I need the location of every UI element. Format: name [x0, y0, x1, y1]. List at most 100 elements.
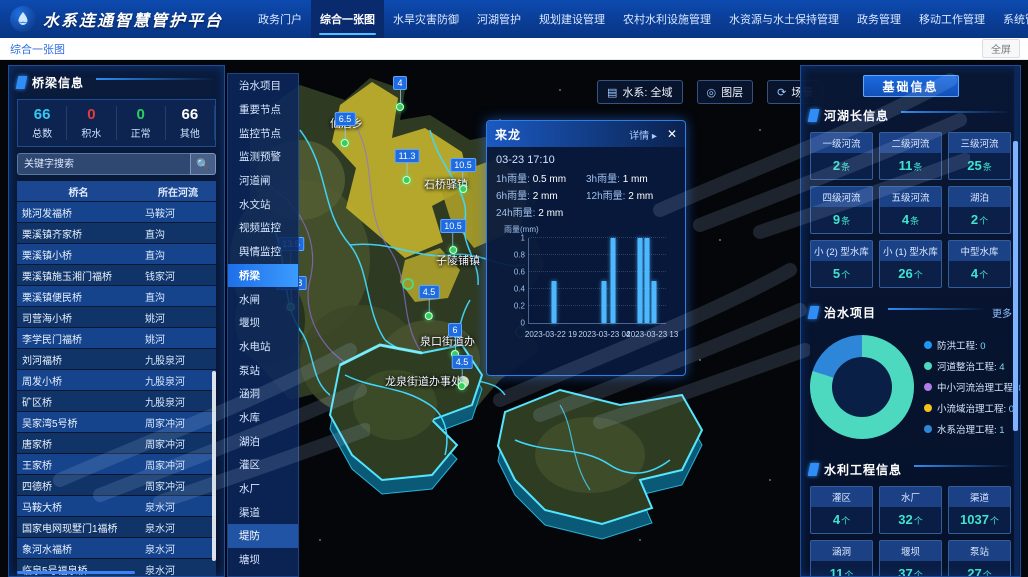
layer-menu-item[interactable]: 视频监控 — [228, 216, 298, 240]
info-card[interactable]: 泵站 27个 — [948, 540, 1011, 577]
nav-item[interactable]: 移动工作管理 — [910, 0, 994, 38]
bridge-name: 唐家桥 — [17, 433, 140, 453]
breadcrumb[interactable]: 综合一张图 — [0, 41, 65, 57]
fullscreen-button[interactable]: 全屏 — [982, 39, 1020, 58]
layer-menu-item[interactable]: 堰坝 — [228, 311, 298, 335]
table-row[interactable]: 吴家湾5号桥 周家冲河 — [17, 412, 216, 432]
marker-stem — [428, 299, 429, 312]
info-card[interactable]: 四级河流 9条 — [810, 186, 873, 234]
station-marker[interactable]: 10.5 — [450, 158, 476, 193]
info-card[interactable]: 小 (2) 型水库 5个 — [810, 240, 873, 288]
layer-menu-item[interactable]: 涵洞 — [228, 382, 298, 406]
basic-info-tab[interactable]: 基础信息 — [863, 75, 959, 97]
info-card[interactable]: 灌区 4个 — [810, 486, 873, 534]
info-card[interactable]: 渠道 1037个 — [948, 486, 1011, 534]
layer-menu-item[interactable]: 治水项目 — [228, 74, 298, 98]
layer-menu-item[interactable]: 堤防 — [228, 524, 298, 548]
layer-menu-item[interactable]: 舆情监控 — [228, 240, 298, 264]
layer-menu-item[interactable]: 监控节点 — [228, 121, 298, 145]
info-card[interactable]: 涵洞 11个 — [810, 540, 873, 577]
nav-item[interactable]: 农村水利设施管理 — [614, 0, 720, 38]
map-control-button[interactable]: ▤ 水系: 全域 — [597, 80, 683, 104]
more-link[interactable]: 更多 — [992, 305, 1012, 320]
station-marker[interactable]: 4 — [393, 76, 407, 111]
table-row[interactable]: 栗溪镇小桥 直沟 — [17, 244, 216, 264]
layer-menu-item[interactable]: 水电站 — [228, 335, 298, 359]
layer-menu-item[interactable]: 重要节点 — [228, 98, 298, 122]
section-bullet-icon — [808, 306, 820, 319]
nav-item[interactable]: 规划建设管理 — [530, 0, 614, 38]
panel-scrollbar-thumb[interactable] — [1013, 141, 1018, 431]
station-marker[interactable]: 6.5 — [335, 112, 356, 147]
station-marker[interactable]: 10.5 — [440, 219, 466, 254]
close-icon[interactable]: ✕ — [667, 127, 677, 141]
info-card[interactable]: 一级河流 2条 — [810, 132, 873, 180]
table-row[interactable]: 唐家桥 周家冲河 — [17, 433, 216, 453]
table-row[interactable]: 象河水福桥 泉水河 — [17, 538, 216, 558]
layer-menu-item[interactable]: 水厂 — [228, 477, 298, 501]
nav-item[interactable]: 水旱灾害防御 — [384, 0, 468, 38]
table-row[interactable]: 司营海小桥 姚河 — [17, 307, 216, 327]
donut-legend: 防洪工程: 0 河道整治工程: 4 中小河流治理工程: 0 小流域治理工程: 0… — [924, 331, 1021, 443]
bridge-stat: 0 积水 — [67, 106, 116, 140]
station-marker[interactable]: 4.5 — [452, 355, 473, 390]
layer-menu-item[interactable]: 水库 — [228, 406, 298, 430]
station-marker[interactable]: 11.3 — [395, 149, 420, 184]
card-label: 一级河流 — [811, 133, 872, 153]
info-card[interactable]: 水厂 32个 — [879, 486, 942, 534]
info-card[interactable]: 二级河流 11条 — [879, 132, 942, 180]
rain-metrics: 1h雨量: 0.5 mm3h雨量: 1 mm6h雨量: 2 mm12h雨量: 2… — [496, 171, 676, 222]
search-icon[interactable]: 🔍 — [190, 153, 216, 175]
river-name: 直沟 — [140, 223, 216, 243]
marker-value: 6 — [448, 323, 462, 337]
info-card[interactable]: 五级河流 4条 — [879, 186, 942, 234]
table-row[interactable]: 栗溪镇施玉湘门福桥 钱家河 — [17, 265, 216, 285]
detail-link[interactable]: 详情 ▸ — [629, 127, 657, 142]
info-card[interactable]: 湖泊 2个 — [948, 186, 1011, 234]
search-input[interactable] — [17, 153, 190, 175]
nav-item[interactable]: 政务门户 — [249, 0, 311, 38]
table-row[interactable]: 临泉5号福泉桥 泉水河 — [17, 559, 216, 577]
col-river: 所在河流 — [140, 181, 216, 201]
layer-menu-item[interactable]: 桥梁 — [228, 264, 298, 288]
layer-menu-item[interactable]: 监测预警 — [228, 145, 298, 169]
project-section-title: 治水项目 — [824, 304, 876, 321]
layer-menu-item[interactable]: 水闸 — [228, 287, 298, 311]
layer-menu-item[interactable]: 渠道 — [228, 500, 298, 524]
table-vertical-scrollbar[interactable] — [212, 371, 216, 561]
info-card[interactable]: 中型水库 4个 — [948, 240, 1011, 288]
layer-menu-item[interactable]: 湖泊 — [228, 429, 298, 453]
info-card[interactable]: 小 (1) 型水库 26个 — [879, 240, 942, 288]
info-card[interactable]: 堰坝 37个 — [879, 540, 942, 577]
table-row[interactable]: 栗溪镇齐家桥 直沟 — [17, 223, 216, 243]
table-row[interactable]: 刘河福桥 九股泉河 — [17, 349, 216, 369]
layer-menu-item[interactable]: 水文站 — [228, 192, 298, 216]
nav-item[interactable]: 系统管理 — [994, 0, 1028, 38]
map-control-button[interactable]: ◎ 图层 — [697, 80, 754, 104]
table-row[interactable]: 周发小桥 九股泉河 — [17, 370, 216, 390]
station-marker[interactable]: 6 — [448, 323, 462, 358]
nav-item[interactable]: 政务管理 — [848, 0, 910, 38]
river-name: 周家冲河 — [140, 412, 216, 432]
info-card[interactable]: 三级河流 25条 — [948, 132, 1011, 180]
table-row[interactable]: 李学民门福桥 姚河 — [17, 328, 216, 348]
card-label: 五级河流 — [880, 187, 941, 207]
layer-menu-item[interactable]: 泵站 — [228, 358, 298, 382]
card-label: 泵站 — [949, 541, 1010, 561]
nav-item[interactable]: 河湖管护 — [468, 0, 530, 38]
table-row[interactable]: 王家桥 周家冲河 — [17, 454, 216, 474]
layer-menu-item[interactable]: 塘坝 — [228, 548, 298, 572]
table-row[interactable]: 马鞍大桥 泉水河 — [17, 496, 216, 516]
table-row[interactable]: 四德桥 周家冲河 — [17, 475, 216, 495]
table-row[interactable]: 国家电网现墅门1福桥 泉水河 — [17, 517, 216, 537]
nav-item[interactable]: 水资源与水土保持管理 — [720, 0, 848, 38]
table-horizontal-scrollbar[interactable] — [17, 571, 135, 574]
layer-menu-item[interactable]: 河道闸 — [228, 169, 298, 193]
station-marker[interactable]: 4.5 — [419, 285, 440, 320]
table-row[interactable]: 矿区桥 九股泉河 — [17, 391, 216, 411]
panel-scrollbar-track[interactable] — [1014, 66, 1019, 576]
layer-menu-item[interactable]: 灌区 — [228, 453, 298, 477]
table-row[interactable]: 姚河发福桥 马鞍河 — [17, 202, 216, 222]
table-row[interactable]: 栗溪镇便民桥 直沟 — [17, 286, 216, 306]
nav-item[interactable]: 综合一张图 — [311, 0, 384, 38]
